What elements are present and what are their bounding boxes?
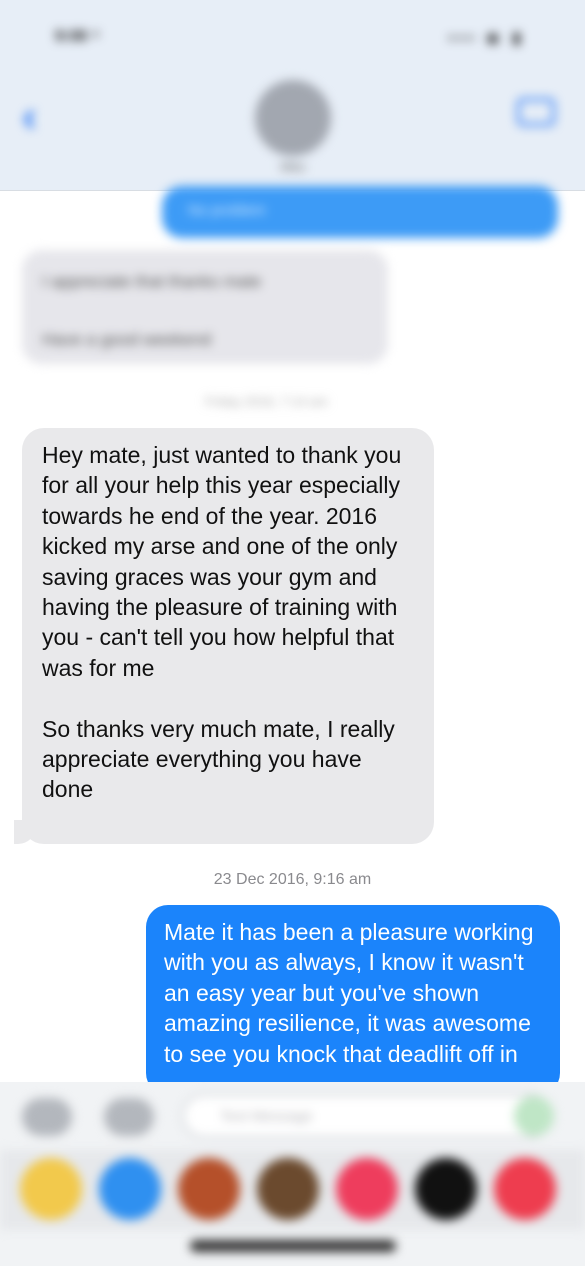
message-timestamp: 23 Dec 2016, 9:16 am: [213, 871, 372, 888]
contact-avatar[interactable]: [255, 80, 331, 156]
incoming-message-paragraph-2: So thanks very much mate, I really appre…: [42, 715, 395, 803]
incoming-message-paragraph-1: Hey mate, just wanted to thank you for a…: [42, 442, 402, 681]
status-time: 9:08 ⁴: [55, 28, 100, 45]
microphone-icon[interactable]: [514, 1096, 554, 1136]
contact-name[interactable]: Mike: [258, 160, 328, 174]
message-input[interactable]: Text Message: [182, 1094, 552, 1138]
incoming-message-old[interactable]: I appreciate that thanks mate Have a goo…: [22, 250, 388, 364]
incoming-message-old-line1: I appreciate that thanks mate: [42, 272, 262, 291]
music-icon[interactable]: [494, 1158, 556, 1220]
outgoing-message-text: Mate it has been a pleasure working with…: [164, 919, 534, 1067]
outgoing-message-old[interactable]: No problem: [162, 186, 558, 238]
incoming-message-old-line2: Have a good weekend: [42, 330, 212, 349]
back-chevron-icon[interactable]: ‹: [22, 92, 37, 142]
outgoing-message[interactable]: Mate it has been a pleasure working with…: [146, 905, 560, 1095]
outgoing-message-old-text: No problem: [188, 202, 266, 219]
memoji-icon[interactable]: [257, 1158, 319, 1220]
home-indicator[interactable]: [190, 1240, 396, 1252]
photos-app-icon[interactable]: [20, 1158, 82, 1220]
app-store-icon[interactable]: [99, 1158, 161, 1220]
video-call-icon[interactable]: [517, 98, 555, 126]
message-input-placeholder: Text Message: [220, 1108, 313, 1125]
search-images-icon[interactable]: [336, 1158, 398, 1220]
message-timestamp-old: Friday 2016, 7:14 am: [205, 394, 328, 409]
camera-icon[interactable]: [22, 1098, 72, 1136]
digital-touch-icon[interactable]: [415, 1158, 477, 1220]
conversation-header: 9:08 ⁴ ▪▪▪ ◉ ▮ ‹ Mike: [0, 0, 585, 191]
animoji-icon[interactable]: [178, 1158, 240, 1220]
incoming-message[interactable]: Hey mate, just wanted to thank you for a…: [22, 428, 434, 844]
apps-icon[interactable]: [104, 1098, 154, 1136]
status-icons: ▪▪▪ ◉ ▮: [448, 30, 525, 47]
